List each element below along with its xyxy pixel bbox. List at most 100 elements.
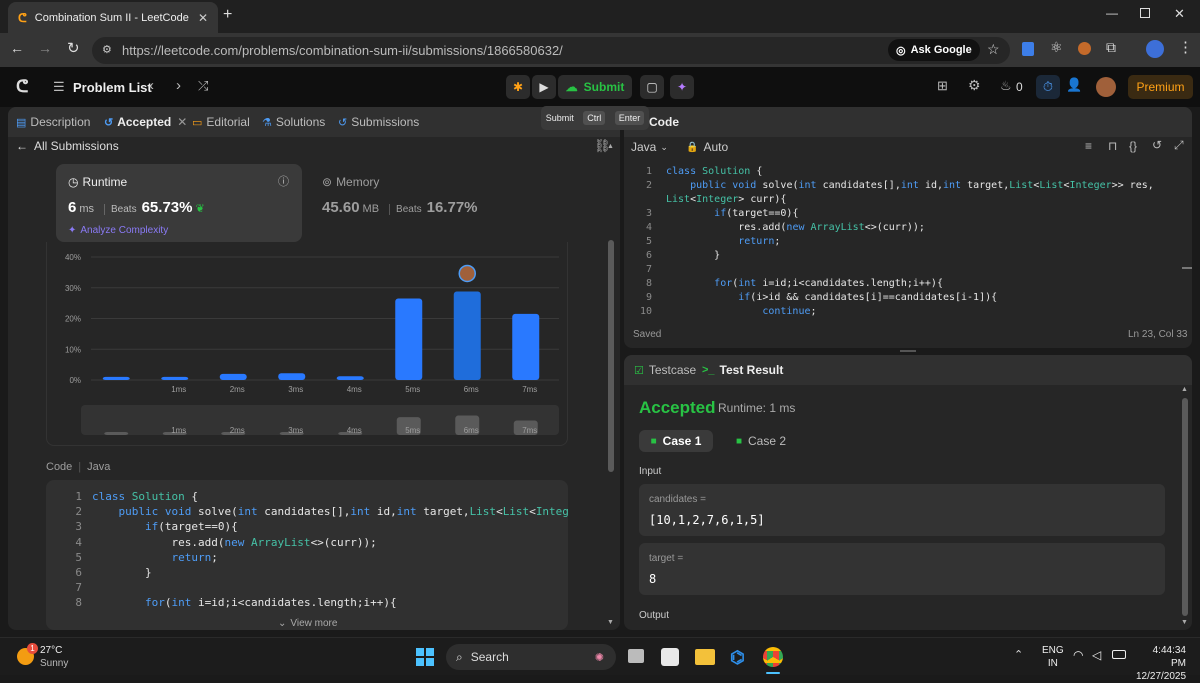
restore-button[interactable] bbox=[1140, 8, 1150, 18]
settings-gear-icon[interactable]: ⚙ bbox=[968, 77, 981, 94]
volume-icon[interactable]: ◁ bbox=[1092, 648, 1101, 662]
tab-editorial[interactable]: ▭ Editorial bbox=[192, 115, 250, 129]
reset-icon[interactable]: ↺ bbox=[1152, 138, 1162, 152]
chart-bar[interactable] bbox=[395, 298, 423, 380]
chart-bar[interactable] bbox=[453, 291, 481, 380]
new-tab-button[interactable]: + bbox=[223, 6, 232, 24]
line-text: public void solve(int candidates[],int i… bbox=[690, 180, 1154, 191]
next-problem-icon[interactable]: › bbox=[176, 77, 181, 94]
ask-google-button[interactable]: ◎ Ask Google bbox=[888, 39, 980, 61]
premium-button[interactable]: Premium bbox=[1128, 75, 1193, 99]
info-icon[interactable]: ⓘ bbox=[278, 173, 289, 189]
scroll-down-icon[interactable]: ▼ bbox=[607, 619, 614, 626]
chart-bar[interactable] bbox=[512, 313, 540, 380]
run-button[interactable]: ▶ bbox=[532, 75, 556, 99]
tray-chevron-icon[interactable]: ⌃ bbox=[1014, 648, 1023, 661]
battery-icon[interactable] bbox=[1112, 650, 1126, 659]
tab-accepted[interactable]: ↺ Accepted ✕ bbox=[104, 115, 187, 129]
test-result-panel: ☑ Testcase >_ Test Result Accepted Runti… bbox=[624, 355, 1192, 630]
profile-avatar[interactable] bbox=[1146, 40, 1164, 58]
chart-bar[interactable] bbox=[278, 373, 306, 380]
line-number: 9 bbox=[645, 292, 652, 303]
tab-submissions[interactable]: ↺ Submissions bbox=[338, 115, 419, 129]
extensions-puzzle-icon[interactable]: ⧉ bbox=[1106, 39, 1116, 56]
back-icon[interactable]: ← bbox=[10, 40, 24, 56]
braces-icon[interactable]: {} bbox=[1129, 139, 1137, 153]
close-tab-icon[interactable]: ✕ bbox=[198, 11, 208, 25]
timer-button[interactable]: ⏱ bbox=[1036, 75, 1060, 99]
windows-start-icon[interactable] bbox=[416, 648, 434, 666]
code-line: 3 if(target==0){ bbox=[52, 520, 237, 533]
result-scrollbar[interactable] bbox=[1182, 398, 1188, 616]
debug-button[interactable]: ✱ bbox=[506, 75, 530, 99]
reload-icon[interactable]: ↻ bbox=[67, 39, 80, 57]
input-label: Input bbox=[639, 466, 662, 477]
streak-fire-icon[interactable]: ♨ bbox=[1000, 78, 1012, 94]
file-explorer-icon[interactable] bbox=[695, 649, 715, 665]
notes-button[interactable]: ▢ bbox=[640, 75, 664, 99]
view-more-button[interactable]: ⌄ View more bbox=[278, 618, 337, 629]
case-1-tab[interactable]: ■ Case 1 bbox=[639, 430, 713, 452]
submit-button[interactable]: ☁ Submit bbox=[558, 75, 632, 99]
cookie-extension-icon[interactable] bbox=[1078, 42, 1091, 55]
tab-solutions[interactable]: ⚗ Solutions bbox=[262, 115, 325, 129]
format-icon[interactable]: ≡ bbox=[1085, 139, 1092, 153]
chart-bar[interactable] bbox=[219, 373, 247, 380]
wifi-icon[interactable]: ◠ bbox=[1073, 648, 1083, 662]
expand-icon[interactable]: ⤢ bbox=[1174, 138, 1184, 153]
close-window-button[interactable]: ✕ bbox=[1174, 6, 1185, 22]
chart-bar[interactable] bbox=[161, 376, 189, 380]
address-bar[interactable]: ⚙ https://leetcode.com/problems/combinat… bbox=[92, 37, 1010, 64]
problem-list-link[interactable]: Problem List bbox=[73, 80, 152, 95]
prev-problem-icon[interactable]: ‹ bbox=[149, 77, 154, 94]
analyze-complexity-link[interactable]: ✦ Analyze Complexity bbox=[68, 225, 168, 236]
vscode-icon[interactable]: ⌬ bbox=[730, 648, 748, 667]
chart-bar[interactable] bbox=[336, 376, 364, 380]
problem-list-icon[interactable]: ☰ bbox=[53, 79, 65, 95]
bookmark-star-icon[interactable]: ☆ bbox=[987, 41, 1000, 58]
lang-indicator[interactable]: ENG IN bbox=[1042, 644, 1064, 670]
editor-scroll-marker[interactable] bbox=[1182, 267, 1192, 269]
shuffle-icon[interactable]: ⤮ bbox=[198, 78, 208, 94]
line-number: 1 bbox=[75, 490, 82, 503]
extension-icon[interactable] bbox=[1022, 42, 1034, 56]
forward-icon[interactable]: → bbox=[38, 40, 52, 56]
chart-bar[interactable] bbox=[102, 376, 130, 380]
editor-code-area[interactable]: 1 class Solution {2 public void solve(int… bbox=[624, 164, 1192, 316]
scroll-up-icon[interactable]: ▲ bbox=[1181, 386, 1188, 393]
site-info-icon[interactable]: ⚙ bbox=[102, 43, 112, 56]
left-scrollbar[interactable] bbox=[608, 240, 614, 472]
terminal-app-icon[interactable] bbox=[661, 648, 679, 666]
runtime-card[interactable]: ◷ Runtime ⓘ 6 ms Beats 65.73% ❦ ✦ Analyz… bbox=[56, 164, 302, 242]
tab-test-result[interactable]: >_ Test Result bbox=[702, 363, 783, 377]
all-submissions-link[interactable]: ← All Submissions bbox=[16, 139, 119, 153]
chrome-taskbar-icon[interactable] bbox=[763, 647, 783, 667]
user-avatar[interactable] bbox=[1096, 77, 1116, 97]
bookmark-icon[interactable]: ⊓ bbox=[1108, 139, 1117, 153]
layout-grid-icon[interactable]: ⊞ bbox=[937, 78, 948, 94]
chart-range-slider[interactable] bbox=[81, 405, 559, 435]
vertical-resize-handle[interactable] bbox=[900, 350, 916, 352]
code-tab-title[interactable]: Code bbox=[649, 115, 679, 129]
close-tab-accepted-icon[interactable]: ✕ bbox=[177, 115, 187, 129]
scroll-up-icon[interactable]: ▲ bbox=[607, 143, 614, 150]
leetcode-logo[interactable]: ᕦ bbox=[16, 77, 34, 96]
memory-card[interactable]: ⊚ Memory 45.60 MB Beats 16.77% bbox=[310, 164, 556, 242]
browser-tab[interactable]: ᕦ Combination Sum II - LeetCode ✕ bbox=[8, 2, 218, 33]
output-label: Output bbox=[639, 610, 670, 621]
line-number: 7 bbox=[75, 581, 82, 595]
tab-description[interactable]: ▤ Description bbox=[16, 115, 90, 129]
task-view-icon[interactable] bbox=[628, 649, 644, 663]
tab-testcase[interactable]: ☑ Testcase bbox=[634, 363, 696, 377]
clock[interactable]: 4:44:34 PM 12/27/2025 bbox=[1136, 644, 1186, 683]
language-select[interactable]: Java ⌄ bbox=[631, 140, 668, 154]
case-2-tab[interactable]: ■ Case 2 bbox=[724, 430, 798, 452]
add-collaborator-icon[interactable]: 👤 bbox=[1066, 77, 1082, 93]
taskbar-search-box[interactable]: ⌕ Search ✺ bbox=[446, 644, 616, 670]
scroll-down-icon[interactable]: ▼ bbox=[1181, 619, 1188, 626]
react-devtools-icon[interactable]: ⚛ bbox=[1050, 39, 1063, 56]
ai-sparkle-button[interactable]: ✦ bbox=[670, 75, 694, 99]
minimize-button[interactable]: — bbox=[1106, 6, 1118, 20]
auto-mode-toggle[interactable]: 🔒 Auto bbox=[686, 140, 728, 154]
browser-menu-icon[interactable]: ⋮ bbox=[1178, 38, 1193, 56]
